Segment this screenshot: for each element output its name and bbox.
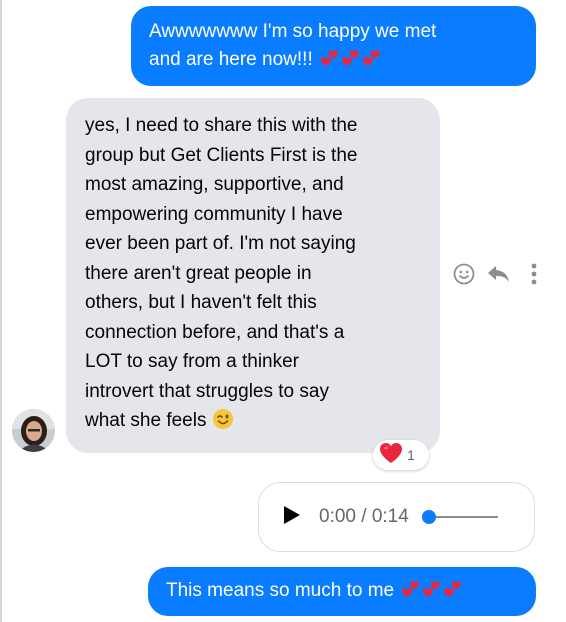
message-text-line: ever been part of. I'm not saying xyxy=(85,233,356,254)
message-text-line: This means so much to me xyxy=(166,577,518,610)
message-text-line: empowering community I have xyxy=(85,203,343,225)
reply-icon[interactable] xyxy=(485,262,511,291)
winking-face-icon xyxy=(212,408,234,440)
two-hearts-icon xyxy=(319,48,385,79)
received-message-bubble[interactable]: yes, I need to share this with the group… xyxy=(66,98,440,453)
message-text-line: connection before, and that's a xyxy=(85,321,345,343)
audio-progress-slider[interactable] xyxy=(421,508,498,526)
panel-divider xyxy=(0,0,2,622)
message-text-line: yes, I need to share this with the xyxy=(85,115,358,136)
two-hearts-icon xyxy=(400,579,466,610)
message-text-line: LOT to say from a thinker xyxy=(85,351,300,372)
red-heart-icon xyxy=(379,442,403,469)
audio-time: 0:00 / 0:14 xyxy=(319,506,409,527)
message-text-line: what she feels xyxy=(85,406,430,440)
react-icon[interactable] xyxy=(452,262,476,291)
audio-message: 0:00 / 0:14 xyxy=(258,482,535,552)
message-text-line: introvert that struggles to say xyxy=(85,380,329,402)
message-text-line: group but Get Clients First is the xyxy=(85,144,358,166)
play-icon[interactable] xyxy=(283,505,301,530)
message-text: and are here now!!! xyxy=(149,49,313,70)
message-actions xyxy=(452,262,538,291)
message-text-line: there aren't great people in xyxy=(85,262,312,284)
message-text-line: others, but I haven't felt this xyxy=(85,292,317,313)
sender-avatar[interactable] xyxy=(12,409,55,452)
message-text: This means so much to me xyxy=(166,580,395,601)
message-text: what she feels xyxy=(85,410,207,431)
more-options-icon[interactable] xyxy=(530,262,538,291)
message-text-line: and are here now!!! xyxy=(149,46,518,79)
sent-message-bubble[interactable]: This means so much to me xyxy=(148,567,536,616)
sent-message-bubble[interactable]: Awwwwwww I'm so happy we met and are her… xyxy=(131,6,536,86)
reaction-count: 1 xyxy=(407,447,415,463)
message-text-line: Awwwwwww I'm so happy we met xyxy=(149,21,437,42)
reaction-pill[interactable]: 1 xyxy=(373,440,429,470)
conversation-view: Awwwwwww I'm so happy we met and are her… xyxy=(0,0,566,622)
message-text-line: most amazing, supportive, and xyxy=(85,174,344,195)
audio-progress-knob[interactable] xyxy=(421,510,436,524)
